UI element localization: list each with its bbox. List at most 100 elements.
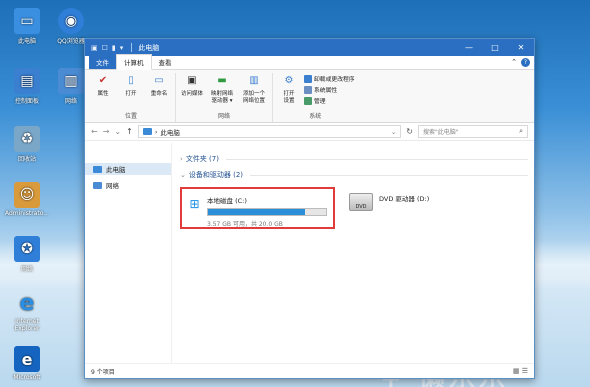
properties-label: 属性 (97, 91, 109, 97)
group-label-system: 系统 (309, 113, 322, 120)
ribbon-collapse-icon[interactable]: ⌃ (511, 58, 517, 67)
windows-drive-icon: ⊞ (189, 197, 200, 211)
uninstall-label: 卸载或更改程序 (314, 77, 355, 83)
uninstall-icon (304, 74, 312, 83)
address-dropdown-icon[interactable]: ⌄ (391, 128, 396, 136)
section-divider (225, 158, 528, 160)
explorer-window: ▣ ☐ ▮ ▾ 此电脑 — □ ✕ 文件 计算机 查看 ⌃ ? ✔ 属性 ▯ 打… (84, 38, 535, 379)
desktop-icon-user-folder[interactable]: ☺ Administrato... (4, 182, 50, 217)
breadcrumb-this-pc[interactable]: 此电脑 (160, 127, 180, 137)
ribbon-tabs: 文件 计算机 查看 ⌃ ? (85, 54, 534, 70)
desktop-icon-edge[interactable]: e Microsoft (4, 346, 50, 381)
open-settings-label: 打开 设置 (283, 91, 295, 104)
section-drives[interactable]: ⌄ 设备和驱动器 (2) (180, 169, 528, 181)
add-network-location-label: 添加一个 网络位置 (242, 91, 265, 104)
refresh-icon[interactable]: ↻ (406, 127, 413, 136)
computer-icon (93, 165, 102, 173)
title-separator (131, 43, 133, 52)
desktop-icon-recycle-bin[interactable]: ♻ 回收站 (4, 126, 50, 163)
nav-item-this-pc[interactable]: 此电脑 (85, 163, 171, 175)
access-media-label: 访问媒体 (180, 91, 203, 97)
search-input[interactable]: 搜索"此电脑" ⌕ (418, 125, 528, 138)
desktop-icon-label: 网络 (20, 266, 33, 273)
ribbon-group-system: ⚙ 打开 设置 卸载或更改程序 系统属性 管理 系统 (273, 73, 358, 122)
maximize-button[interactable]: □ (482, 43, 508, 52)
back-arrow-icon[interactable]: ← (91, 127, 98, 136)
address-bar[interactable]: › 此电脑 ⌄ (137, 125, 402, 138)
main-pane: › 文件夹 (7) ⌄ 设备和驱动器 (2) ⊞ 本地磁盘 (C:) 3.57 … (172, 143, 534, 363)
desktop-icon-label: 控制面板 (14, 98, 39, 105)
edge-icon: e (14, 346, 40, 372)
properties-quick-icon[interactable]: ☐ (102, 44, 108, 52)
desktop-icon-label: 此电脑 (17, 38, 36, 45)
forward-arrow-icon[interactable]: → (103, 127, 110, 136)
section-folders-label: 文件夹 (7) (185, 155, 219, 163)
nav-item-label: 此电脑 (106, 166, 126, 174)
system-properties-button[interactable]: 系统属性 (304, 85, 355, 94)
quick-access-icon[interactable]: ▣ (91, 44, 98, 52)
recent-dropdown-icon[interactable]: ⌄ (114, 127, 121, 136)
new-folder-quick-icon[interactable]: ▮ (112, 44, 116, 52)
properties-button[interactable]: ✔ 属性 (90, 73, 116, 111)
desktop-icon-this-pc[interactable]: ▭ 此电脑 (4, 8, 50, 45)
up-arrow-icon[interactable]: ↑ (126, 127, 133, 136)
desktop-icon-label: Microsoft (13, 374, 41, 381)
nav-item-network[interactable]: 网络 (85, 179, 171, 191)
browser-icon: ◉ (58, 8, 84, 34)
window-title: 此电脑 (138, 43, 160, 52)
network-icon (93, 181, 102, 189)
access-media-button[interactable]: ▣ 访问媒体 (179, 73, 205, 111)
minimize-button[interactable]: — (456, 43, 482, 52)
drive-dvd-d[interactable]: DVD DVD 驱动器 (D:) (343, 187, 435, 229)
breadcrumb-chevron-icon: › (154, 127, 158, 136)
status-bar: 9 个项目 ▦ ☰ (85, 363, 534, 378)
drive-name: DVD 驱动器 (D:) (379, 195, 430, 203)
chevron-down-icon: ⌄ (180, 171, 186, 179)
open-button[interactable]: ▯ 打开 (118, 73, 144, 111)
close-button[interactable]: ✕ (508, 43, 534, 52)
nav-item-label: 网络 (106, 182, 119, 190)
dvd-icon-label: DVD (355, 204, 367, 210)
view-toggle-icons[interactable]: ▦ ☰ (513, 367, 528, 375)
quick-access-dropdown-icon[interactable]: ▾ (120, 44, 124, 52)
map-network-drive-button[interactable]: ▬ 映射网络 驱动器 ▾ (207, 73, 237, 111)
drive-local-disk-c[interactable]: ⊞ 本地磁盘 (C:) 3.57 GB 可用，共 20.0 GB (180, 187, 335, 229)
drive-usage-bar (207, 208, 327, 216)
desktop-icon-internet-explorer[interactable]: e Internet Explorer (4, 290, 50, 333)
manage-label: 管理 (314, 99, 326, 105)
tab-computer[interactable]: 计算机 (116, 54, 152, 70)
open-icon: ▯ (128, 75, 134, 86)
rename-label: 重命名 (150, 91, 168, 97)
internet-explorer-icon: e (19, 290, 35, 316)
search-icon: ⌕ (519, 127, 523, 135)
gear-icon: ⚙ (284, 75, 294, 86)
section-drives-label: 设备和驱动器 (2) (188, 171, 244, 179)
computer-icon: ▭ (14, 8, 40, 34)
manage-button[interactable]: 管理 (304, 96, 355, 105)
help-icon[interactable]: ? (521, 58, 530, 67)
title-bar[interactable]: ▣ ☐ ▮ ▾ 此电脑 — □ ✕ (85, 39, 534, 56)
uninstall-programs-button[interactable]: 卸载或更改程序 (304, 74, 355, 83)
desktop-icon-label: 回收站 (17, 156, 36, 163)
user-folder-icon: ☺ (14, 182, 40, 208)
section-folders[interactable]: › 文件夹 (7) (180, 153, 528, 165)
network-location-icon: ▥ (249, 75, 259, 86)
navigation-pane: 此电脑 网络 (85, 143, 172, 363)
desktop-icon-control-panel[interactable]: ▤ 控制面板 (4, 68, 50, 105)
desktop-icon-label: Administrato... (4, 210, 50, 217)
add-network-location-button[interactable]: ▥ 添加一个 网络位置 (239, 73, 269, 111)
drive-usage-fill (208, 209, 305, 215)
search-placeholder: 搜索"此电脑" (423, 129, 459, 136)
recycle-bin-icon: ♻ (14, 126, 40, 152)
desktop-icon-network-2[interactable]: ✪ 网络 (4, 236, 50, 273)
open-settings-button[interactable]: ⚙ 打开 设置 (276, 73, 302, 111)
rename-button[interactable]: ▭ 重命名 (146, 73, 172, 111)
open-label: 打开 (125, 91, 137, 97)
system-properties-label: 系统属性 (314, 88, 338, 94)
network-icon: ▥ (58, 68, 84, 94)
content-area: 此电脑 网络 › 文件夹 (7) ⌄ 设备和驱动器 (2) ⊞ 本地磁盘 (C:… (85, 143, 534, 363)
tab-file[interactable]: 文件 (89, 55, 116, 69)
tab-view[interactable]: 查看 (152, 55, 179, 69)
properties-icon: ✔ (98, 75, 108, 86)
drive-name: 本地磁盘 (C:) (207, 197, 247, 205)
